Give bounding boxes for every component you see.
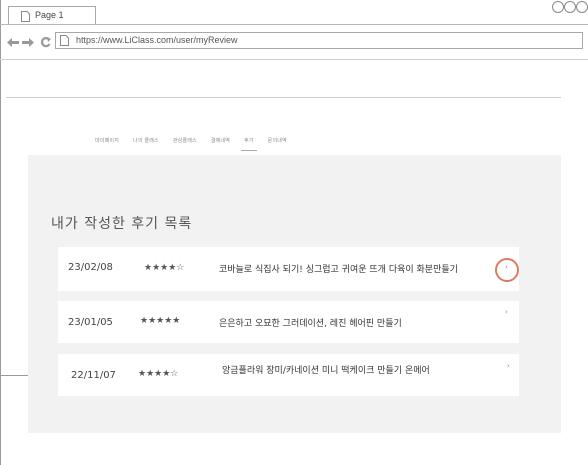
review-card[interactable]: 23/02/08 ★★★★☆ 코바늘로 식집사 되기! 싱그럽고 귀여운 뜨개 … xyxy=(58,247,519,291)
review-class-title[interactable]: 은은하고 오묘한 그러데이션, 레진 헤어핀 만들기 xyxy=(219,316,402,329)
address-bar[interactable]: https://www.LiClass.com/user/myReview xyxy=(55,32,583,49)
nav-item-inquiries[interactable]: 문의내역 xyxy=(268,137,287,144)
site-header-divider xyxy=(6,97,561,98)
nav-item-wishlist[interactable]: 관심클래스 xyxy=(173,137,197,144)
nav-item-mypage[interactable]: 마이페이지 xyxy=(95,137,119,144)
review-card[interactable]: 22/11/07 ★★★★☆ 앙금플라워 장미/카네이션 미니 떡케이크 만들기… xyxy=(58,354,519,396)
mypage-nav: 마이페이지 나의 클래스 관심클래스 결제내역 후기 문의내역 xyxy=(95,137,301,151)
review-class-title[interactable]: 앙금플라워 장미/카네이션 미니 떡케이크 만들기 온메어 xyxy=(222,363,430,376)
margin-divider xyxy=(0,375,28,376)
back-arrow-icon[interactable] xyxy=(7,38,19,47)
url-text: https://www.LiClass.com/user/myReview xyxy=(76,35,238,45)
review-card[interactable]: 23/01/05 ★★★★★ 은은하고 오묘한 그러데이션, 레진 헤어핀 만들… xyxy=(58,301,519,343)
rating-stars: ★★★★☆ xyxy=(138,369,179,379)
window-maximize-button[interactable] xyxy=(576,1,588,13)
window-close-button[interactable] xyxy=(552,1,564,13)
document-icon xyxy=(21,11,30,22)
chevron-right-icon[interactable]: › xyxy=(505,263,508,271)
chevron-right-icon[interactable]: › xyxy=(507,362,510,370)
nav-item-payments[interactable]: 결제내역 xyxy=(211,137,230,144)
chrome-divider xyxy=(0,59,588,60)
browser-tab[interactable]: Page 1 xyxy=(8,6,96,24)
review-date: 22/11/07 xyxy=(71,370,116,381)
window-minimize-button[interactable] xyxy=(564,1,576,13)
review-date: 23/01/05 xyxy=(68,317,113,328)
window-controls xyxy=(552,1,588,13)
reload-icon[interactable] xyxy=(40,36,51,48)
forward-arrow-icon[interactable] xyxy=(22,38,34,47)
nav-item-reviews[interactable]: 후기 xyxy=(241,137,257,151)
chevron-right-icon[interactable]: › xyxy=(505,308,508,316)
page-title: 내가 작성한 후기 목록 xyxy=(51,216,193,232)
review-class-title[interactable]: 코바늘로 식집사 되기! 싱그럽고 귀여운 뜨개 다육이 화분만들기 xyxy=(219,262,458,275)
window-edge xyxy=(0,0,1,465)
rating-stars: ★★★★★ xyxy=(140,316,181,326)
browser-window: Page 1 https://www.LiClass.com/user/myRe… xyxy=(0,0,588,465)
tabbar-divider xyxy=(0,24,588,25)
tab-title: Page 1 xyxy=(35,10,64,20)
page-icon xyxy=(60,35,69,46)
nav-item-my-classes[interactable]: 나의 클래스 xyxy=(133,137,159,144)
rating-stars: ★★★★☆ xyxy=(144,263,185,273)
review-date: 23/02/08 xyxy=(68,262,113,273)
